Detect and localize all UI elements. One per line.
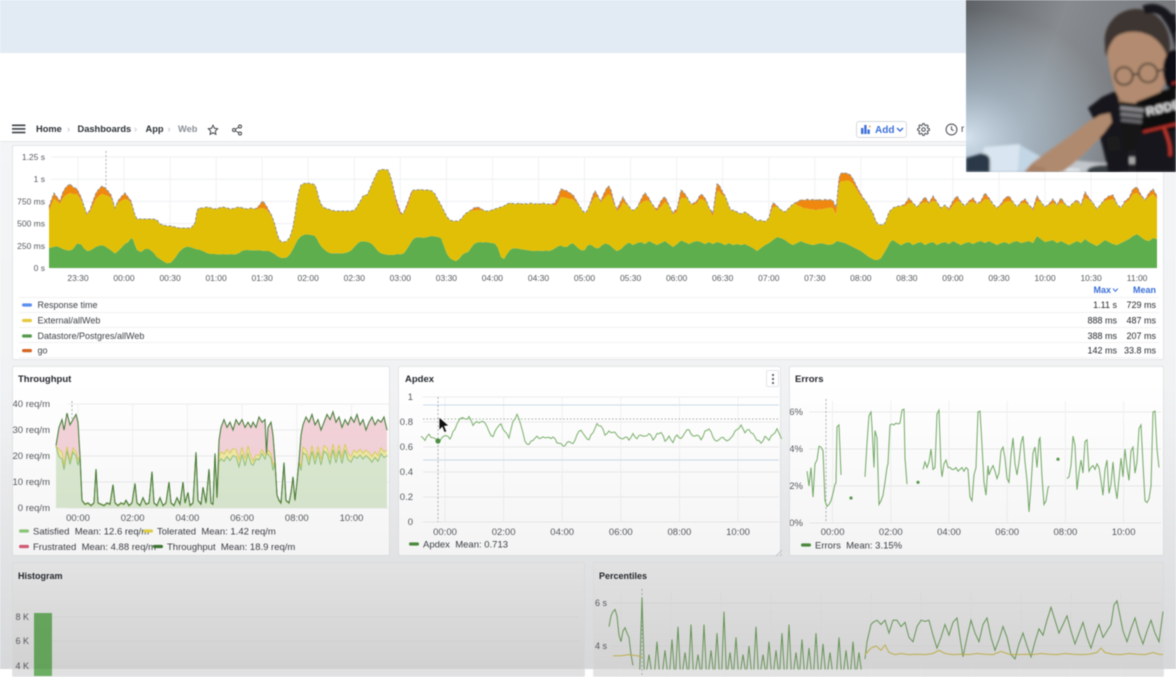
svg-text:Errors Mean: 3.15%: Errors Mean: 3.15% <box>815 540 903 551</box>
svg-text:1.25 s: 1.25 s <box>22 152 45 162</box>
svg-text:04:00: 04:00 <box>550 527 574 538</box>
svg-text:00:00: 00:00 <box>433 527 457 538</box>
svg-text:1 s: 1 s <box>34 174 45 184</box>
svg-text:02:00: 02:00 <box>121 513 145 524</box>
svg-text:0%: 0% <box>790 518 804 529</box>
svg-text:go: go <box>38 346 48 356</box>
svg-text:08:00: 08:00 <box>1054 527 1078 538</box>
svg-text:0: 0 <box>408 517 413 528</box>
svg-text:04:00: 04:00 <box>937 527 961 538</box>
svg-text:07:30: 07:30 <box>804 273 826 283</box>
svg-text:06:00: 06:00 <box>230 513 254 524</box>
svg-text:08:30: 08:30 <box>896 273 918 283</box>
svg-text:Response time: Response time <box>38 300 98 310</box>
svg-text:0.6: 0.6 <box>400 442 413 453</box>
svg-text:0.4: 0.4 <box>400 467 413 478</box>
svg-text:2%: 2% <box>790 481 804 492</box>
svg-text:0 s: 0 s <box>34 263 45 273</box>
svg-text:Satisfied Mean: 12.6 req/m: Satisfied Mean: 12.6 req/m <box>33 526 149 537</box>
svg-text:4 K: 4 K <box>15 661 29 671</box>
svg-text:4%: 4% <box>790 444 804 455</box>
svg-text:487 ms: 487 ms <box>1126 316 1156 326</box>
svg-text:08:00: 08:00 <box>850 273 872 283</box>
svg-text:750 ms: 750 ms <box>17 196 45 206</box>
svg-text:02:00: 02:00 <box>492 527 516 538</box>
svg-text:Max: Max <box>1093 285 1111 295</box>
svg-text:00:30: 00:30 <box>159 273 181 283</box>
svg-text:04:00: 04:00 <box>482 273 504 283</box>
svg-text:02:30: 02:30 <box>344 273 366 283</box>
svg-text:03:00: 03:00 <box>390 273 412 283</box>
svg-text:05:00: 05:00 <box>574 273 596 283</box>
svg-text:33.8 ms: 33.8 ms <box>1124 346 1157 356</box>
svg-text:6 K: 6 K <box>15 636 29 646</box>
svg-text:11:00: 11:00 <box>1127 273 1148 283</box>
svg-text:1.11 s: 1.11 s <box>1093 300 1117 310</box>
svg-text:888 ms: 888 ms <box>1087 316 1117 326</box>
svg-text:05:30: 05:30 <box>620 273 642 283</box>
svg-text:6%: 6% <box>790 407 804 418</box>
svg-text:Apdex Mean: 0.713: Apdex Mean: 0.713 <box>423 539 508 550</box>
svg-text:06:00: 06:00 <box>609 527 633 538</box>
svg-text:40 req/m: 40 req/m <box>13 399 50 410</box>
svg-text:09:30: 09:30 <box>988 273 1010 283</box>
svg-text:500 ms: 500 ms <box>17 219 45 229</box>
svg-text:Datastore/Postgres/allWeb: Datastore/Postgres/allWeb <box>38 331 145 341</box>
svg-text:10:00: 10:00 <box>726 527 750 538</box>
svg-text:03:30: 03:30 <box>436 273 458 283</box>
svg-text:4 s: 4 s <box>595 641 608 651</box>
svg-text:01:30: 01:30 <box>252 273 274 283</box>
svg-text:Mean: Mean <box>1133 285 1156 295</box>
svg-text:0 req/m: 0 req/m <box>18 503 50 514</box>
svg-text:00:00: 00:00 <box>821 527 845 538</box>
svg-text:06:00: 06:00 <box>666 273 688 283</box>
svg-text:04:00: 04:00 <box>176 513 200 524</box>
svg-text:08:00: 08:00 <box>668 527 692 538</box>
svg-text:388 ms: 388 ms <box>1087 331 1117 341</box>
svg-text:10:00: 10:00 <box>1112 527 1136 538</box>
svg-text:00:00: 00:00 <box>113 273 135 283</box>
svg-text:Tolerated Mean: 1.42 req/m: Tolerated Mean: 1.42 req/m <box>157 526 276 537</box>
svg-text:729 ms: 729 ms <box>1126 300 1156 310</box>
svg-text:8 K: 8 K <box>15 612 29 622</box>
svg-text:1: 1 <box>408 392 413 403</box>
svg-text:10:00: 10:00 <box>340 513 364 524</box>
svg-text:10:30: 10:30 <box>1080 273 1102 283</box>
svg-text:06:30: 06:30 <box>712 273 734 283</box>
svg-text:10 req/m: 10 req/m <box>13 477 50 488</box>
svg-text:20 req/m: 20 req/m <box>13 451 50 462</box>
svg-text:6 s: 6 s <box>595 598 608 608</box>
svg-text:0.8: 0.8 <box>400 417 413 428</box>
svg-text:06:00: 06:00 <box>995 527 1019 538</box>
svg-text:30 req/m: 30 req/m <box>13 425 50 436</box>
svg-text:00:00: 00:00 <box>66 513 90 524</box>
svg-text:142 ms: 142 ms <box>1087 346 1117 356</box>
svg-text:Frustrated Mean: 4.88 req/m: Frustrated Mean: 4.88 req/m <box>33 542 156 553</box>
svg-text:250 ms: 250 ms <box>17 241 45 251</box>
svg-text:09:00: 09:00 <box>942 273 964 283</box>
svg-text:Throughput Mean: 18.9 req/m: Throughput Mean: 18.9 req/m <box>167 542 295 553</box>
svg-text:23:30: 23:30 <box>67 273 89 283</box>
svg-text:07:00: 07:00 <box>758 273 780 283</box>
svg-text:08:00: 08:00 <box>285 513 309 524</box>
svg-text:10:00: 10:00 <box>1034 273 1056 283</box>
svg-text:External/allWeb: External/allWeb <box>38 316 101 326</box>
svg-text:04:30: 04:30 <box>528 273 550 283</box>
svg-text:02:00: 02:00 <box>298 273 320 283</box>
svg-text:207 ms: 207 ms <box>1126 331 1156 341</box>
svg-text:02:00: 02:00 <box>879 527 903 538</box>
svg-text:01:00: 01:00 <box>205 273 227 283</box>
svg-text:0.2: 0.2 <box>400 492 413 503</box>
